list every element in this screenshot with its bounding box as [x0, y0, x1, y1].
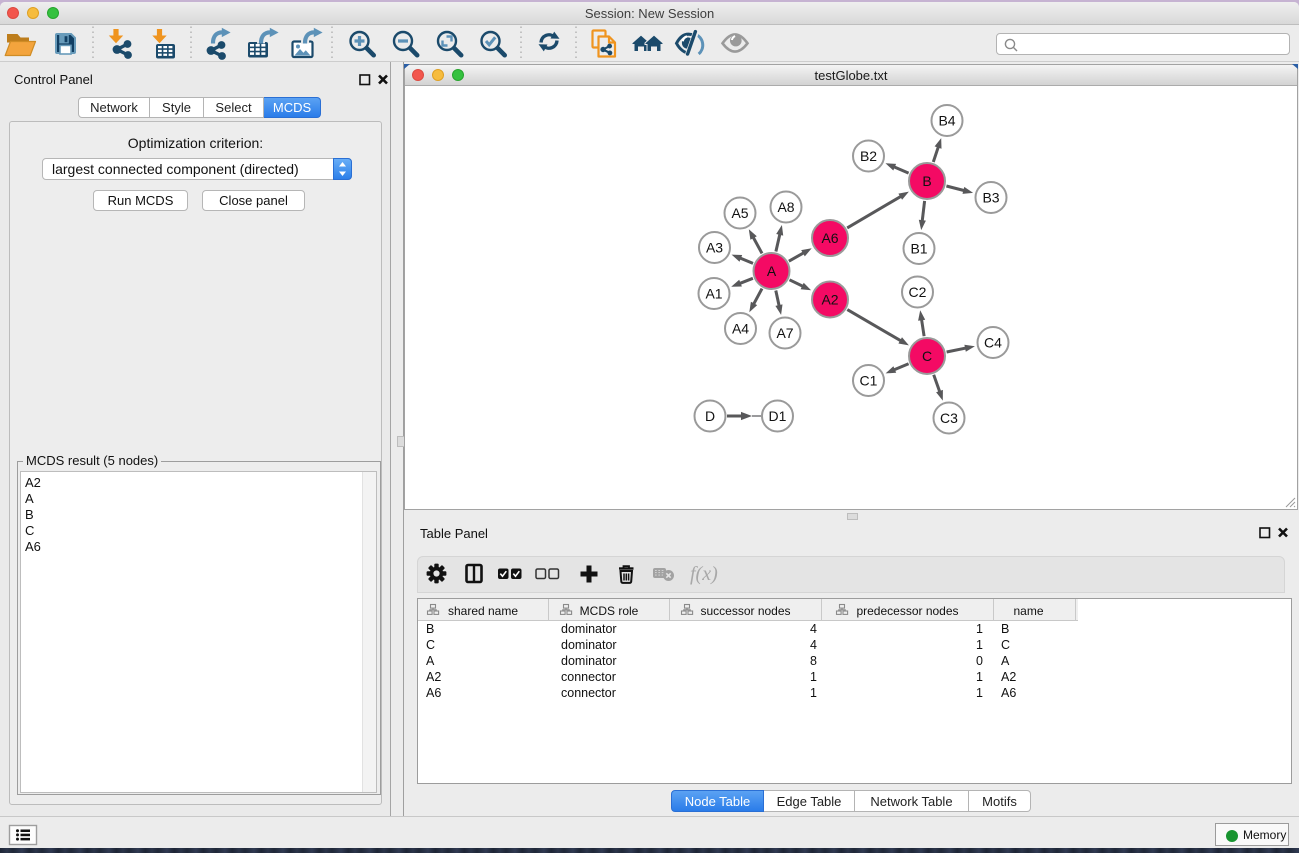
svg-text:A4: A4: [732, 321, 749, 337]
svg-text:A7: A7: [776, 325, 793, 341]
svg-text:C4: C4: [984, 335, 1002, 351]
svg-text:C: C: [922, 348, 932, 364]
svg-text:B: B: [922, 173, 931, 189]
svg-text:D1: D1: [769, 408, 787, 424]
svg-text:C1: C1: [860, 373, 878, 389]
svg-text:B3: B3: [982, 190, 999, 206]
svg-text:f(x): f(x): [690, 563, 718, 585]
svg-text:C3: C3: [940, 410, 958, 426]
svg-text:B4: B4: [938, 113, 955, 129]
svg-text:A3: A3: [706, 240, 723, 256]
svg-text:A8: A8: [777, 199, 794, 215]
svg-text:A2: A2: [821, 292, 838, 308]
svg-text:A6: A6: [821, 230, 838, 246]
svg-text:C2: C2: [909, 284, 927, 300]
svg-text:A5: A5: [731, 205, 748, 221]
svg-text:A: A: [767, 263, 777, 279]
svg-text:B2: B2: [860, 148, 877, 164]
svg-text:B1: B1: [910, 241, 927, 257]
svg-text:D: D: [705, 408, 715, 424]
svg-text:A1: A1: [705, 286, 722, 302]
